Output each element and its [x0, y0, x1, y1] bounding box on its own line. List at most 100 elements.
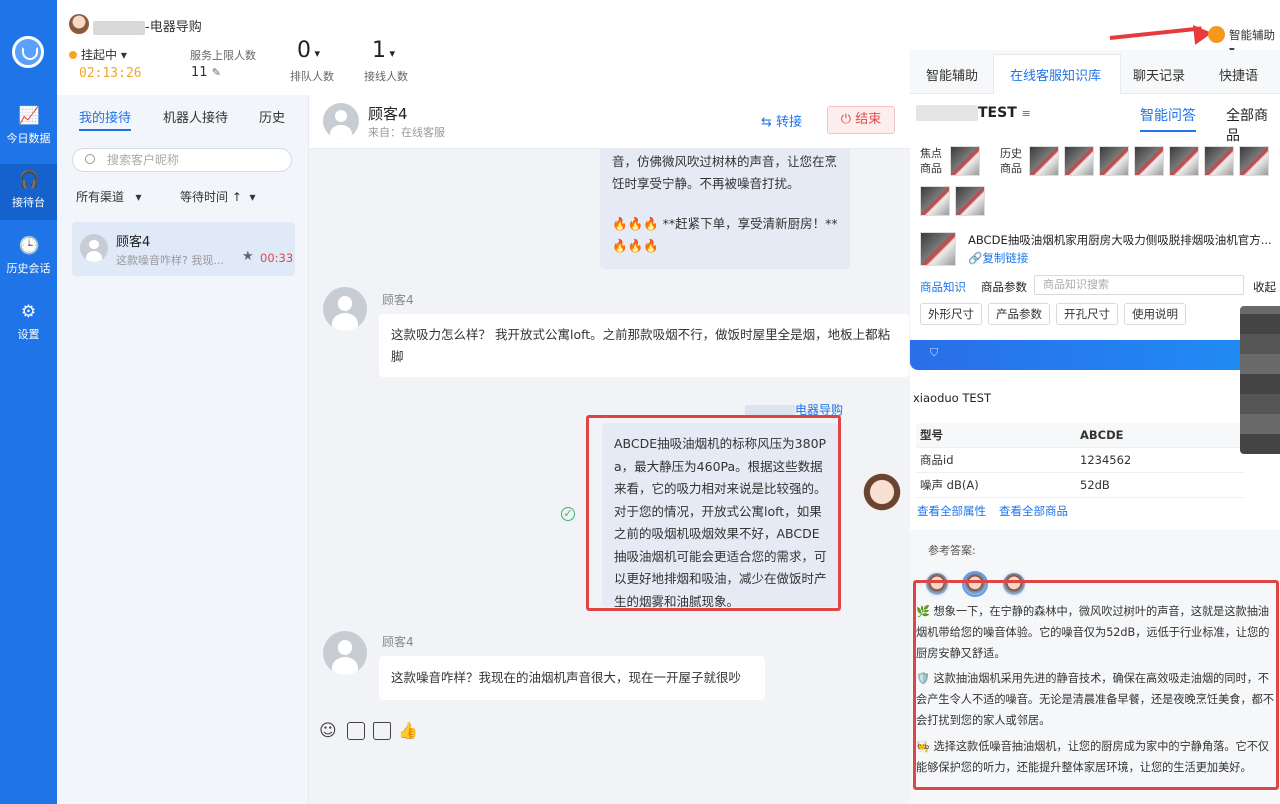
param-row: 商品id 1234562 — [916, 448, 1244, 473]
focus-products-label: 焦点商品 — [920, 147, 942, 175]
kb-tab-product-knowledge[interactable]: 商品知识 — [920, 279, 966, 295]
chip-manual[interactable]: 使用说明 — [1124, 303, 1186, 325]
banner — [910, 340, 1280, 370]
customer-search-input[interactable]: 搜索客户昵称 — [72, 148, 292, 172]
online-count[interactable]: 1 ▾ — [372, 38, 395, 63]
product-thumbnail[interactable] — [1134, 146, 1164, 176]
tab-history[interactable]: 历史 — [259, 107, 285, 126]
subtab-all-products[interactable]: 全部商品 — [1226, 105, 1280, 145]
redacted-overlay — [1240, 306, 1280, 454]
tab-my-reception[interactable]: 我的接待 — [79, 107, 132, 131]
channel-filter[interactable]: 所有渠道 ▾ — [76, 188, 141, 205]
copy-link[interactable]: 🔗复制链接 — [968, 250, 1028, 266]
customer-message: 这款噪音咋样？我现在的油烟机声音很大，现在一开屋子就很吵 — [379, 656, 765, 700]
product-thumbnail[interactable] — [1169, 146, 1199, 176]
tab-smart-assist[interactable]: 智能辅助 — [926, 65, 978, 84]
read-check-icon: ✓ — [561, 507, 575, 521]
gear-icon: ⚙ — [20, 302, 37, 322]
conversation-item[interactable]: 顾客4 这款噪音咋样? 我现... ★ 00:33 — [72, 222, 295, 276]
nav-item-history[interactable]: 🕒 历史会话 — [0, 230, 57, 286]
queue-count[interactable]: 0 ▾ — [297, 38, 320, 63]
star-icon[interactable]: ★ — [242, 249, 254, 264]
nav-item-reception[interactable]: 🎧 接待台 — [0, 164, 57, 220]
clock-icon: 🕒 — [18, 236, 40, 256]
tab-robot-reception[interactable]: 机器人接待 — [163, 107, 228, 126]
customer-avatar — [323, 287, 367, 331]
chat-panel: 顾客4 来自：在线客服 ⇆ 转接 ⏻ 结束 音，仿佛微风吹过树林的声音，让您在烹… — [309, 95, 910, 804]
smart-assist-icon — [1208, 26, 1225, 43]
product-thumbnail[interactable] — [1099, 146, 1129, 176]
nav-item-settings[interactable]: ⚙ 设置 — [0, 296, 57, 352]
highlight-box — [913, 580, 1279, 790]
headset-icon: 🎧 — [18, 170, 40, 190]
view-all-products-link[interactable]: 查看全部商品 — [999, 503, 1068, 519]
product-thumbnail[interactable] — [1029, 146, 1059, 176]
edit-icon: ✎ — [211, 66, 221, 79]
tab-knowledge-base[interactable]: 在线客服知识库 — [1010, 65, 1101, 84]
chart-icon: 📈 — [18, 106, 40, 126]
tab-chat-history[interactable]: 聊天记录 — [1133, 65, 1185, 84]
service-limit-value[interactable]: 11 ✎ — [191, 65, 221, 80]
param-row: 噪声 dB(A) 52dB — [916, 473, 1244, 498]
chat-header: 顾客4 来自：在线客服 ⇆ 转接 ⏻ 结束 — [309, 95, 910, 149]
view-all-properties-link[interactable]: 查看全部属性 — [917, 503, 986, 519]
product-image — [920, 232, 956, 266]
redacted-shop — [916, 105, 978, 121]
store-name: -电器导购 — [93, 16, 202, 35]
sender-name: 顾客4 — [382, 293, 414, 307]
chip-product-params[interactable]: 产品参数 — [988, 303, 1050, 325]
chat-source: 来自：在线客服 — [368, 126, 445, 139]
subtab-underline — [1140, 130, 1196, 132]
transfer-icon: ⇆ — [761, 115, 772, 130]
param-header-row: 型号 ABCDE — [916, 423, 1244, 448]
search-icon — [85, 154, 95, 164]
reference-answer-label: 参考答案: — [928, 544, 976, 557]
product-thumbnail[interactable] — [1204, 146, 1234, 176]
product-thumbnail[interactable] — [1239, 146, 1269, 176]
customer-avatar — [80, 234, 108, 262]
list-icon[interactable]: ≡ — [1022, 107, 1031, 120]
kb-tab-product-params[interactable]: 商品参数 — [981, 279, 1027, 295]
queue-label: 排队人数 — [290, 70, 334, 83]
assist-panel: 智能辅助 在线客服知识库 聊天记录 快捷语 TEST ≡ 智能问答 全部商品 焦… — [910, 50, 1280, 804]
wait-time-sort[interactable]: 等待时间 ↑ ▾ — [180, 188, 256, 205]
customer-avatar — [323, 631, 367, 675]
power-icon: ⏻ — [840, 112, 852, 127]
subtab-smart-qa[interactable]: 智能问答 — [1140, 105, 1196, 125]
nav-item-today-data[interactable]: 📈 今日数据 — [0, 100, 57, 156]
tab-quick-replies[interactable]: 快捷语 — [1219, 65, 1258, 84]
conversation-list-panel: 我的接待 机器人接待 历史 搜索客户昵称 所有渠道 ▾ 等待时间 ↑ ▾ 顾客4… — [57, 95, 309, 804]
emoji-icon[interactable]: ☺ — [319, 721, 337, 741]
left-nav: 📈 今日数据 🎧 接待台 🕒 历史会话 ⚙ 设置 — [0, 0, 57, 804]
collapse-button[interactable]: 收起 — [1253, 279, 1276, 295]
online-label: 接线人数 — [364, 70, 408, 83]
product-title: ABCDE抽吸油烟机家用厨房大吸力侧吸脱排烟吸油机官方... — [968, 233, 1272, 247]
agent-avatar — [859, 469, 905, 515]
link-icon: 🔗 — [968, 251, 983, 265]
product-thumbnail[interactable] — [920, 186, 950, 216]
customer-avatar — [323, 103, 359, 139]
highlight-box — [586, 415, 841, 611]
shop-title: TEST ≡ — [916, 105, 1031, 121]
folder-icon[interactable] — [373, 722, 391, 740]
image-icon[interactable] — [347, 722, 365, 740]
agent-message: 音，仿佛微风吹过树林的声音，让您在烹饪时享受宁静。不再被噪音打扰。 🔥🔥🔥 **… — [600, 149, 850, 269]
thumbs-up-icon[interactable]: 👍 — [398, 721, 418, 740]
chip-dimensions[interactable]: 外形尺寸 — [920, 303, 982, 325]
history-products-label: 历史商品 — [1000, 147, 1022, 175]
transfer-button[interactable]: ⇆ 转接 — [761, 111, 802, 130]
conversation-name: 顾客4 — [116, 235, 151, 250]
headset-logo-icon — [12, 36, 44, 68]
chip-cutout-size[interactable]: 开孔尺寸 — [1056, 303, 1118, 325]
service-limit-label: 服务上限人数 — [190, 49, 256, 62]
product-thumbnail[interactable] — [1064, 146, 1094, 176]
status-timer: 02:13:26 — [79, 66, 142, 81]
product-thumbnail[interactable] — [955, 186, 985, 216]
conversation-preview: 这款噪音咋样? 我现... — [116, 254, 224, 267]
kb-search-input[interactable]: 商品知识搜索 — [1034, 275, 1244, 295]
end-button[interactable]: ⏻ 结束 — [827, 106, 895, 134]
chat-customer-name: 顾客4 — [368, 105, 408, 123]
sender-name: 顾客4 — [382, 635, 414, 649]
status-dropdown[interactable]: 挂起中 ▾ — [69, 46, 127, 63]
product-thumbnail[interactable] — [950, 146, 980, 176]
